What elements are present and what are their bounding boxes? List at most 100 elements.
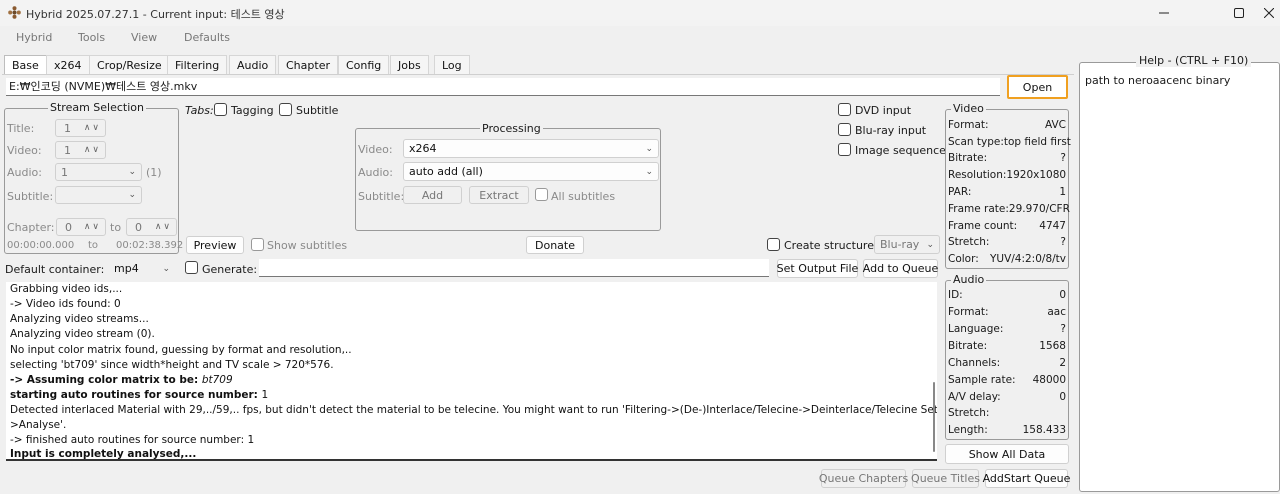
audio-info-row: Channels: 2 xyxy=(948,357,1066,374)
tab-chapter[interactable]: Chapter xyxy=(278,55,338,75)
show-all-data-button[interactable]: Show All Data xyxy=(945,444,1069,464)
info-key: Channels: xyxy=(948,357,1001,369)
time-to-label: to xyxy=(88,240,99,251)
preview-button[interactable]: Preview xyxy=(186,236,244,254)
minimize-button[interactable] xyxy=(1141,0,1187,26)
info-key: Bitrate: xyxy=(948,340,988,352)
video-info-row: Frame count: 4747 xyxy=(948,220,1066,237)
tab-base[interactable]: Base xyxy=(4,55,47,75)
tagging-checkbox[interactable] xyxy=(214,103,227,116)
close-button[interactable] xyxy=(1246,0,1280,26)
log-line: -> Assuming color matrix to be: bt709 xyxy=(10,374,233,386)
processing-subtitle-label: Subtitle: xyxy=(358,190,405,203)
title-spinbox[interactable]: 1 ∧∨ xyxy=(55,119,106,137)
chevron-down-icon: ⌄ xyxy=(645,166,653,177)
image-sequence-checkbox[interactable] xyxy=(838,143,851,156)
info-value: 158.433 xyxy=(1022,424,1066,436)
audio-info-row: Format: aac xyxy=(948,306,1066,323)
video-spinbox[interactable]: 1 ∧∨ xyxy=(55,141,106,159)
donate-button[interactable]: Donate xyxy=(526,236,584,254)
tagging-label: Tagging xyxy=(231,104,274,117)
info-key: Sample rate: xyxy=(948,374,1016,386)
subtitle-stream-combo[interactable]: ⌄ xyxy=(55,186,142,204)
dvd-input-checkbox[interactable] xyxy=(838,103,851,116)
menu-defaults[interactable]: Defaults xyxy=(184,31,230,44)
time-to: 00:02:38.392 xyxy=(116,240,184,251)
info-key: A/V delay: xyxy=(948,391,1001,403)
container-combo[interactable]: mp4 ⌄ xyxy=(108,259,176,278)
tab-log[interactable]: Log xyxy=(434,55,470,75)
help-title: Help - (CTRL + F10) xyxy=(1136,54,1252,67)
title-bar: Hybrid 2025.07.27.1 - Current input: 테스트… xyxy=(0,0,1280,26)
add-subtitle-button[interactable]: Add xyxy=(403,186,462,204)
image-sequence-label: Image sequence xyxy=(855,144,946,157)
video-info-row: Stretch:? xyxy=(948,236,1066,253)
info-value: 0 xyxy=(1059,391,1066,403)
tab-jobs[interactable]: Jobs xyxy=(390,55,429,75)
tab-config[interactable]: Config xyxy=(338,55,390,75)
color-matrix-value: bt709 xyxy=(201,374,233,386)
log-line: -> finished auto routines for source num… xyxy=(10,434,255,446)
log-scrollbar[interactable] xyxy=(933,382,935,452)
log-output[interactable]: Grabbing video ids,... -> Video ids foun… xyxy=(6,282,937,461)
all-subtitles-checkbox[interactable] xyxy=(535,188,548,201)
tab-filtering[interactable]: Filtering xyxy=(167,55,228,75)
audio-processing-combo[interactable]: auto add (all) ⌄ xyxy=(403,162,659,181)
log-line: starting auto routines for source number… xyxy=(10,389,268,401)
audio-info-group: ID: 0 Format: aac Language:? Bitrate: 1568 … xyxy=(945,280,1069,440)
chapter-from-spinbox[interactable]: 0 ∧∨ xyxy=(56,218,106,236)
info-key: Format: xyxy=(948,119,989,131)
bluray-input-checkbox[interactable] xyxy=(838,123,851,136)
video-info-row: PAR: 1 xyxy=(948,186,1066,203)
tab-x264[interactable]: x264 xyxy=(46,55,90,75)
audio-stream-combo[interactable]: 1 ⌄ xyxy=(55,163,142,181)
audio-count: (1) xyxy=(146,166,162,179)
video-label: Video: xyxy=(7,144,42,157)
tab-crop-resize[interactable]: Crop/Resize xyxy=(89,55,170,75)
container-value: mp4 xyxy=(114,262,139,275)
info-value: 48000 xyxy=(1032,374,1066,386)
info-value: 1568 xyxy=(1039,340,1066,352)
chevron-down-icon: ⌄ xyxy=(162,263,170,274)
queue-chapters-button[interactable]: Queue Chapters xyxy=(819,469,908,488)
menu-view[interactable]: View xyxy=(131,31,157,44)
extract-subtitle-button[interactable]: Extract xyxy=(469,186,529,204)
chapter-to-label: to xyxy=(110,221,122,234)
tab-audio[interactable]: Audio xyxy=(229,55,277,75)
menu-hybrid[interactable]: Hybrid xyxy=(16,31,52,44)
info-key: Language: xyxy=(948,323,1004,335)
bluray-input-label: Blu-ray input xyxy=(855,124,927,137)
video-encoder-combo[interactable]: x264 ⌄ xyxy=(403,139,659,158)
open-button[interactable]: Open xyxy=(1007,75,1068,99)
menu-tools[interactable]: Tools xyxy=(78,31,105,44)
add-start-queue-button[interactable]: AddStart Queue xyxy=(983,469,1070,488)
input-path-field[interactable]: E:₩인코딩 (NVME)₩테스트 영상.mkv xyxy=(6,78,1000,96)
chapter-to-spinbox[interactable]: 0 ∧∨ xyxy=(126,218,177,236)
add-to-queue-button[interactable]: Add to Queue xyxy=(863,259,938,278)
video-info-row: Bitrate:? xyxy=(948,152,1066,169)
minimize-icon xyxy=(1159,12,1169,14)
info-value: ? xyxy=(1060,236,1066,248)
set-output-file-button[interactable]: Set Output File xyxy=(777,259,858,278)
info-value: top field first xyxy=(1003,136,1071,148)
info-key: Stretch: xyxy=(948,407,990,419)
log-line: selecting 'bt709' since width*height and… xyxy=(10,359,334,371)
create-structure-checkbox[interactable] xyxy=(767,238,780,251)
processing-title: Processing xyxy=(480,122,543,135)
log-line: Analyzing video stream (0). xyxy=(10,328,155,340)
spin-arrows-icon: ∧∨ xyxy=(83,123,101,133)
spin-arrows-icon: ∧∨ xyxy=(83,145,101,155)
generate-checkbox[interactable] xyxy=(185,261,198,274)
processing-audio-label: Audio: xyxy=(358,166,393,179)
title-value: 1 xyxy=(64,121,71,135)
structure-combo[interactable]: Blu-ray ⌄ xyxy=(874,235,940,254)
create-structure-label: Create structure: xyxy=(784,239,878,252)
output-file-field[interactable] xyxy=(259,259,769,277)
queue-titles-button[interactable]: Queue Titles xyxy=(911,469,980,488)
audio-stream-value: 1 xyxy=(61,165,68,179)
subtitle-tab-checkbox[interactable] xyxy=(279,103,292,116)
show-subtitles-checkbox[interactable] xyxy=(251,238,264,251)
log-line: -> Video ids found: 0 xyxy=(10,298,121,310)
info-key: Bitrate: xyxy=(948,152,988,164)
log-line: Grabbing video ids,... xyxy=(10,283,123,295)
